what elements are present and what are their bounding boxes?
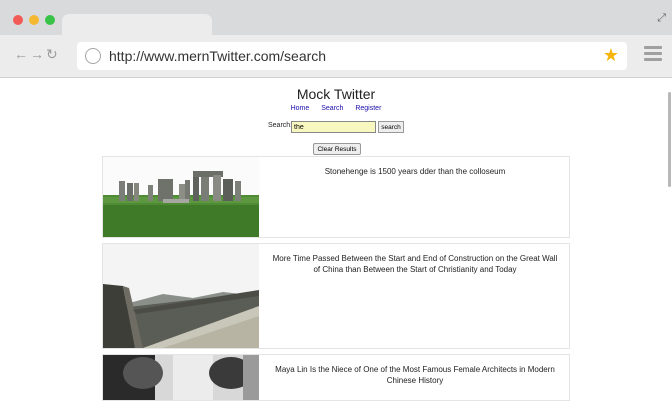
maximize-window-button[interactable] <box>45 15 55 25</box>
result-text: Maya Lin Is the Niece of One of the Most… <box>275 365 555 385</box>
nav-search-link[interactable]: Search <box>321 105 343 112</box>
minimize-window-button[interactable] <box>29 15 39 25</box>
search-input[interactable] <box>291 121 376 133</box>
close-window-button[interactable] <box>13 15 23 25</box>
nav-buttons: ←→↻ <box>14 46 60 63</box>
expand-icon[interactable]: ⤢ <box>657 13 666 24</box>
maya-lin-photo <box>103 355 259 400</box>
stonehenge-photo <box>103 157 259 237</box>
browser-tab[interactable] <box>62 14 212 36</box>
result-card: More Time Passed Between the Start and E… <box>102 243 570 349</box>
nav-home-link[interactable]: Home <box>291 105 310 112</box>
great-wall-photo <box>103 244 259 348</box>
result-card: Maya Lin Is the Niece of One of the Most… <box>102 354 570 401</box>
result-text: Stonehenge is 1500 years dder than the c… <box>324 167 506 176</box>
url-text[interactable]: http://www.mernTwitter.com/search <box>109 48 326 64</box>
nav-register-link[interactable]: Register <box>355 105 381 112</box>
result-card: Stonehenge is 1500 years dder than the c… <box>102 156 570 238</box>
reload-icon[interactable]: ↻ <box>46 46 60 62</box>
clear-results-button[interactable]: Clear Results <box>313 143 361 155</box>
globe-icon <box>85 48 101 64</box>
search-form: Search: search <box>268 121 404 133</box>
back-icon[interactable]: ← <box>14 46 30 62</box>
nav-links: Home Search Register <box>0 105 672 112</box>
search-label: Search: <box>268 122 293 129</box>
menu-icon[interactable] <box>644 46 662 64</box>
forward-icon[interactable]: → <box>30 46 46 62</box>
search-button[interactable]: search <box>378 121 404 133</box>
bookmark-star-icon[interactable]: ★ <box>603 45 619 66</box>
page-title: Mock Twitter <box>296 86 376 102</box>
address-bar[interactable]: http://www.mernTwitter.com/search ★ <box>77 42 627 70</box>
page-content: Mock Twitter Home Search Register Search… <box>0 77 672 401</box>
result-text: More Time Passed Between the Start and E… <box>272 254 558 274</box>
browser-titlebar: ⤢ <box>0 0 672 36</box>
browser-toolbar: ←→↻ http://www.mernTwitter.com/search ★ <box>0 35 672 77</box>
